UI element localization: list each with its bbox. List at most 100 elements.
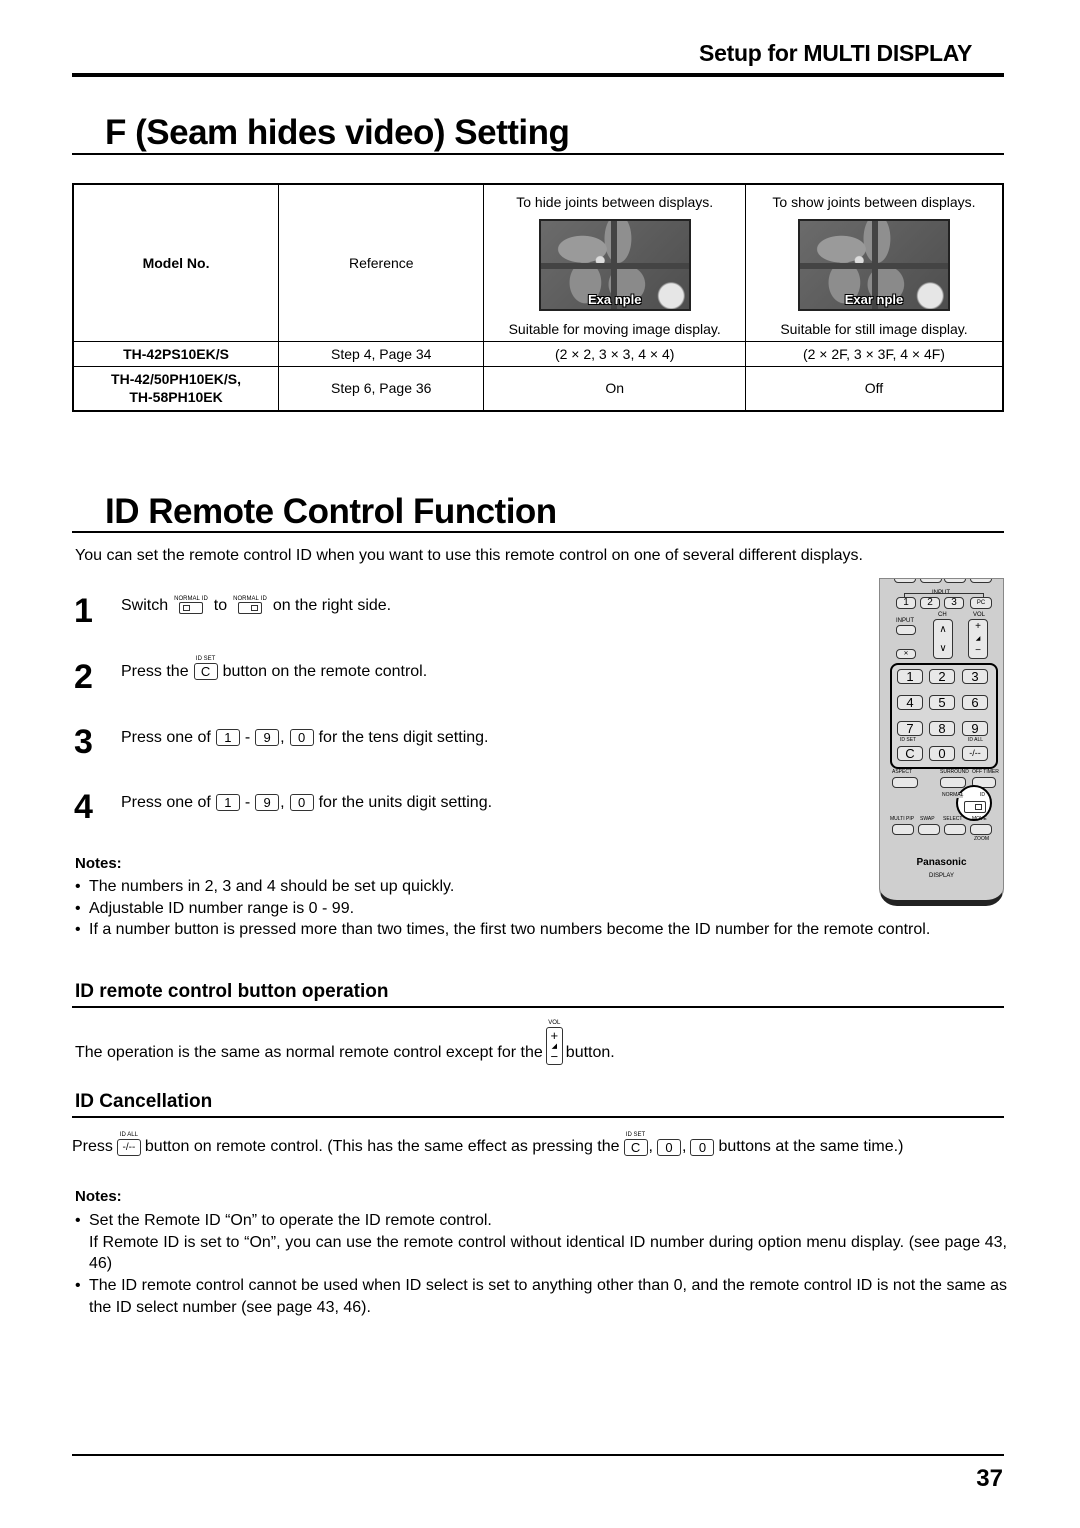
note-item: • The numbers in 2, 3 and 4 should be se… bbox=[75, 876, 1007, 898]
step-4-text: Press one of 1 - 9, 0 for the units digi… bbox=[121, 794, 492, 811]
cell-show: (2 × 2F, 3 × 3F, 4 × 4F) bbox=[744, 340, 1004, 367]
note-text: If a number button is pressed more than … bbox=[89, 921, 931, 938]
cell-hide: (2 × 2, 3 × 3, 4 × 4) bbox=[483, 340, 746, 367]
mute-icon: ✕ bbox=[896, 649, 916, 659]
show-joints-example-image: Exar nple bbox=[797, 219, 950, 312]
remote-surround-label: SURROUND bbox=[940, 769, 969, 775]
c-key: C bbox=[623, 1139, 648, 1156]
c-key: C bbox=[193, 663, 218, 680]
remote-input-label: INPUT bbox=[896, 618, 914, 624]
vol-plus-icon: + bbox=[975, 621, 981, 632]
id-set-key-icon: ID SET C bbox=[623, 1132, 649, 1156]
model-line-2: TH-58PH10EK bbox=[129, 389, 223, 406]
header-show-joints: To show joints between displays. Exar np… bbox=[744, 183, 1004, 342]
bullet: • bbox=[75, 1277, 81, 1294]
note-text: Adjustable ID number range is 0 - 99. bbox=[89, 900, 355, 917]
step-text-part: , bbox=[280, 729, 285, 746]
id-switch-right-icon: NORMAL ID bbox=[233, 596, 267, 614]
model-line-1: TH-42/50PH10EK/S, bbox=[111, 371, 241, 388]
step-number: 4 bbox=[74, 788, 93, 826]
remote-ch-rocker: ∧ ∨ bbox=[933, 619, 953, 659]
vol-label: VOL bbox=[548, 1020, 561, 1026]
button-operation-title: ID remote control button operation bbox=[75, 981, 389, 1002]
text-part: buttons at the same time.) bbox=[718, 1138, 904, 1155]
remote-swap-label: SWAP bbox=[920, 816, 935, 822]
section-header-title: Setup for MULTI DISPLAY bbox=[699, 40, 972, 66]
remote-input-pc: PC bbox=[970, 597, 992, 609]
remote-id-all-label: ID ALL bbox=[968, 737, 984, 743]
step-number: 1 bbox=[74, 592, 93, 630]
note-item: • Adjustable ID number range is 0 - 99. bbox=[75, 898, 1007, 920]
key-1-icon: 1 bbox=[215, 794, 240, 811]
text-part: button. bbox=[565, 1044, 615, 1061]
remote-select-label: SELECT bbox=[943, 816, 963, 822]
remote-key-8: 8 bbox=[929, 721, 955, 736]
notes-label: Notes: bbox=[75, 1188, 122, 1205]
remote-input-1: 1 bbox=[896, 597, 916, 609]
remote-key-c: C bbox=[897, 746, 923, 761]
bullet: • bbox=[75, 900, 81, 917]
table-header-row: Model No. Reference To hide joints betwe… bbox=[72, 183, 1004, 342]
seam-title-rule bbox=[72, 153, 1004, 155]
show-caption-bottom: Suitable for still image display. bbox=[780, 321, 968, 338]
step-text-part: Press one of bbox=[121, 794, 211, 811]
remote-multi-pip-label: MULTI PIP bbox=[890, 816, 915, 822]
remote-key-4: 4 bbox=[897, 695, 923, 710]
note-item: • Set the Remote ID “On” to operate the … bbox=[75, 1210, 1007, 1275]
remote-input-2: 2 bbox=[920, 597, 940, 609]
note-text: The ID remote control cannot be used whe… bbox=[89, 1277, 1007, 1316]
step-2-text: Press the ID SET C button on the remote … bbox=[121, 656, 427, 680]
key-9-icon: 9 bbox=[255, 794, 280, 811]
switch-id-label: ID bbox=[260, 596, 267, 602]
vol-minus-icon: − bbox=[550, 1049, 559, 1064]
step-number: 2 bbox=[74, 658, 93, 696]
header-rule bbox=[72, 73, 1004, 77]
vol-key-icon: VOL + ◢ − bbox=[545, 1020, 563, 1065]
remote-id-set-label: ID SET bbox=[900, 737, 917, 743]
button-operation-rule bbox=[72, 1006, 1004, 1008]
remote-key-1: 1 bbox=[897, 669, 923, 684]
cell-model: TH-42PS10EK/S bbox=[72, 340, 280, 367]
table-row: TH-42/50PH10EK/S, TH-58PH10EK Step 6, Pa… bbox=[72, 365, 1004, 412]
cell-reference: Step 6, Page 36 bbox=[278, 365, 485, 412]
header-model: Model No. bbox=[72, 183, 280, 342]
example-label: Exar nple bbox=[844, 292, 904, 308]
remote-key-9: 9 bbox=[962, 721, 988, 736]
bullet: • bbox=[75, 878, 81, 895]
hide-joints-example-image: Exa nple bbox=[538, 219, 691, 312]
dash-key: -/-- bbox=[116, 1139, 141, 1156]
normal-switch-left-icon: NORMAL ID bbox=[174, 596, 208, 614]
bullet: • bbox=[75, 921, 81, 938]
vol-plus-icon: + bbox=[550, 1028, 559, 1043]
id-all-label: ID ALL bbox=[119, 1132, 138, 1138]
footer-rule bbox=[72, 1454, 1004, 1456]
id-set-label: ID SET bbox=[195, 656, 216, 662]
step-3-text: Press one of 1 - 9, 0 for the tens digit… bbox=[121, 729, 488, 746]
text-part: The operation is the same as normal remo… bbox=[75, 1044, 543, 1061]
panasonic-logo: Panasonic bbox=[916, 857, 967, 868]
bullet: • bbox=[75, 1212, 81, 1229]
cell-model: TH-42/50PH10EK/S, TH-58PH10EK bbox=[72, 365, 280, 412]
ch-up-icon: ∧ bbox=[939, 623, 947, 635]
key-0-icon: 0 bbox=[289, 729, 314, 746]
id-set-label: ID SET bbox=[625, 1132, 646, 1138]
step-text-part: for the tens digit setting. bbox=[318, 729, 489, 746]
remote-vol-rocker: + ◢ − bbox=[968, 619, 988, 659]
key-1-icon: 1 bbox=[215, 729, 240, 746]
id-cancellation-text: Press ID ALL -/-- button on remote contr… bbox=[72, 1132, 903, 1156]
note-text: Set the Remote ID “On” to operate the ID… bbox=[89, 1212, 492, 1229]
remote-vol-label: VOL bbox=[973, 612, 986, 618]
key-0-icon: 0 bbox=[690, 1139, 715, 1156]
table-row: TH-42PS10EK/S Step 4, Page 34 (2 × 2, 3 … bbox=[72, 340, 1004, 367]
remote-key-0: 0 bbox=[929, 746, 955, 761]
header-reference: Reference bbox=[278, 183, 485, 342]
step-text-part: Press the bbox=[121, 663, 189, 680]
display-label: DISPLAY bbox=[929, 873, 954, 879]
remote-move-label: MOVE bbox=[972, 816, 987, 822]
step-text-part: Press one of bbox=[121, 729, 211, 746]
remote-zoom-label: ZOOM bbox=[974, 836, 989, 842]
cell-reference: Step 4, Page 34 bbox=[278, 340, 485, 367]
step-text-part: on the right side. bbox=[272, 597, 392, 614]
note-text: The numbers in 2, 3 and 4 should be set … bbox=[89, 878, 455, 895]
step-number: 3 bbox=[74, 723, 93, 761]
